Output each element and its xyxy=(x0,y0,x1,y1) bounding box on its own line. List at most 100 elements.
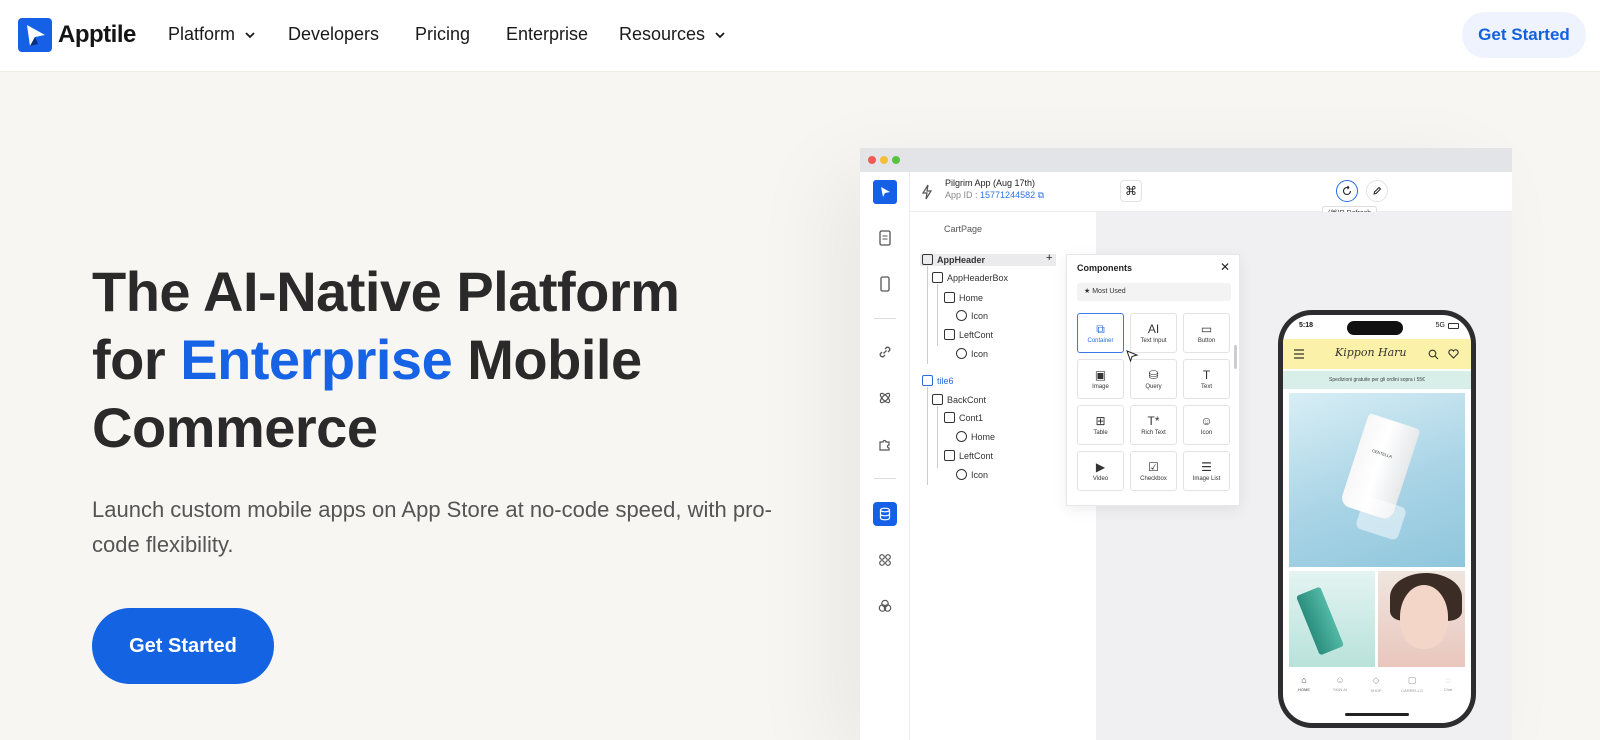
tab-label: HOME xyxy=(1298,687,1310,692)
pencil-icon xyxy=(1373,186,1382,195)
tree-item[interactable]: AppHeader xyxy=(922,254,985,265)
shop-app-header: Kippon Haru xyxy=(1283,339,1471,369)
tree-item-label: Home xyxy=(959,292,984,303)
plugins-icon[interactable] xyxy=(873,432,897,456)
menu-icon[interactable] xyxy=(1293,349,1305,359)
home-indicator xyxy=(1345,713,1409,716)
tree-item-label: tile6 xyxy=(937,375,954,386)
themes-icon[interactable] xyxy=(873,594,897,618)
list-icon: ☰ xyxy=(1201,459,1212,474)
component-tile[interactable]: ☑ Checkbox xyxy=(1130,451,1177,491)
tree-item[interactable]: Icon xyxy=(956,310,988,321)
copy-icon[interactable]: ⧉ xyxy=(1038,190,1044,200)
component-tile[interactable]: ☰ Image List xyxy=(1183,451,1230,491)
component-label: Text xyxy=(1200,383,1212,390)
link-icon[interactable] xyxy=(873,340,897,364)
refresh-button[interactable] xyxy=(1336,180,1358,202)
nav-developers-label: Developers xyxy=(288,24,380,44)
tab-chat[interactable]: ◌ Chat xyxy=(1431,675,1465,692)
smiley-icon xyxy=(956,348,967,359)
model-image[interactable] xyxy=(1378,571,1465,667)
container-icon xyxy=(922,375,933,386)
tree-item[interactable]: LeftCont xyxy=(944,450,993,461)
command-button[interactable]: ⌘ xyxy=(1120,180,1142,202)
tab-skin-ai[interactable]: ☺ SKIN AI xyxy=(1323,675,1357,692)
hero-title-line1: The AI-Native Platform xyxy=(92,260,680,323)
tree-item-label: Icon xyxy=(971,310,989,321)
hero-get-started-button[interactable]: Get Started xyxy=(92,608,274,684)
tree-item[interactable]: Home xyxy=(944,292,983,303)
component-tile[interactable]: ⊞ Table xyxy=(1077,405,1124,445)
logo[interactable]: Apptile xyxy=(18,18,136,52)
search-icon[interactable] xyxy=(1428,349,1439,360)
nav-enterprise[interactable]: Enterprise xyxy=(506,24,588,45)
product-hero-image[interactable]: CENTELLA xyxy=(1289,393,1465,567)
nav-platform[interactable]: Platform xyxy=(168,24,257,45)
phone-screen: 5:18 5G Kippon Haru Spedizioni gratuite … xyxy=(1283,315,1471,723)
tree-item[interactable]: Home xyxy=(956,431,995,442)
tab-shop[interactable]: ◇ SHOP xyxy=(1359,675,1393,693)
component-tile[interactable]: T* Rich Text xyxy=(1130,405,1177,445)
component-tile[interactable]: ▭ Button xyxy=(1183,313,1230,353)
smiley-icon xyxy=(956,310,967,321)
logo-icon xyxy=(18,18,52,52)
tree-item-label: Home xyxy=(971,431,996,442)
promo-banner: Spedizioni gratuite per gli ordini sopra… xyxy=(1283,371,1471,389)
battery-icon xyxy=(1448,323,1459,329)
app-id-row: App ID : 15771244582 ⧉ xyxy=(945,190,1044,201)
pages-icon[interactable] xyxy=(873,226,897,250)
checkbox-icon: ☑ xyxy=(1148,459,1159,474)
apps-grid-icon[interactable] xyxy=(873,548,897,572)
tree-item-label: LeftCont xyxy=(959,450,994,461)
component-tile[interactable]: ▣ Image xyxy=(1077,359,1124,399)
container-icon xyxy=(944,292,955,303)
tree-item[interactable]: Icon xyxy=(956,348,988,359)
database-icon[interactable] xyxy=(873,502,897,526)
rail-divider xyxy=(874,318,896,319)
heart-icon[interactable] xyxy=(1448,349,1459,359)
phone-signal: 5G xyxy=(1435,322,1445,329)
nav-developers[interactable]: Developers xyxy=(288,24,379,45)
components-filter[interactable]: ★ Most Used xyxy=(1077,283,1231,301)
face-icon: ☺ xyxy=(1335,675,1345,685)
scrollbar[interactable] xyxy=(1234,345,1237,369)
home-icon: ⌂ xyxy=(1301,675,1307,685)
tab-home[interactable]: ⌂ HOME xyxy=(1287,675,1321,692)
app-id-label: App ID : xyxy=(945,190,978,200)
container-icon: ⧉ xyxy=(1096,321,1105,336)
component-tile[interactable]: ⛁ Query xyxy=(1130,359,1177,399)
phone-status-bar: 5:18 5G xyxy=(1283,315,1471,337)
tree-item[interactable]: Cont1 xyxy=(944,412,983,423)
add-icon[interactable]: + xyxy=(1046,252,1052,264)
product-image[interactable] xyxy=(1289,571,1375,667)
tree-item[interactable]: tile6 xyxy=(922,375,954,386)
edit-button[interactable] xyxy=(1366,180,1388,202)
component-tile[interactable]: T Text xyxy=(1183,359,1230,399)
tree-item[interactable]: AppHeaderBox xyxy=(932,272,1008,283)
tab-cart[interactable]: ▢ CARRELLO xyxy=(1395,675,1429,693)
tree-item[interactable]: BackCont xyxy=(932,394,986,405)
close-icon[interactable]: ✕ xyxy=(1220,260,1230,274)
component-label: Container xyxy=(1087,337,1114,344)
nav-get-started-button[interactable]: Get Started xyxy=(1462,12,1586,58)
tree-item[interactable]: Icon xyxy=(956,469,988,480)
component-label: Query xyxy=(1145,383,1162,390)
shop-brand-logo[interactable]: Kippon Haru xyxy=(1335,346,1407,359)
nav-resources[interactable]: Resources xyxy=(619,24,727,45)
component-tile[interactable]: ⧉ Container xyxy=(1077,313,1124,353)
chevron-down-icon xyxy=(245,31,255,38)
app-id-value[interactable]: 15771244582 xyxy=(980,190,1035,200)
rich-text-icon: T* xyxy=(1147,413,1160,428)
editor-sidebar-rail xyxy=(860,172,910,740)
component-tile[interactable]: AI Text Input xyxy=(1130,313,1177,353)
integrations-icon[interactable] xyxy=(873,386,897,410)
components-panel: Components ✕ ★ Most Used ⧉ Container AI Te… xyxy=(1066,254,1240,506)
nav-pricing[interactable]: Pricing xyxy=(415,24,470,45)
component-tile[interactable]: ☺ Icon xyxy=(1183,405,1230,445)
device-icon[interactable] xyxy=(873,272,897,296)
tree-item[interactable]: LeftCont xyxy=(944,329,993,340)
tree-guide xyxy=(927,387,928,485)
lightning-icon[interactable] xyxy=(920,184,934,200)
component-tile[interactable]: ▶ Video xyxy=(1077,451,1124,491)
component-label: Button xyxy=(1197,337,1216,344)
